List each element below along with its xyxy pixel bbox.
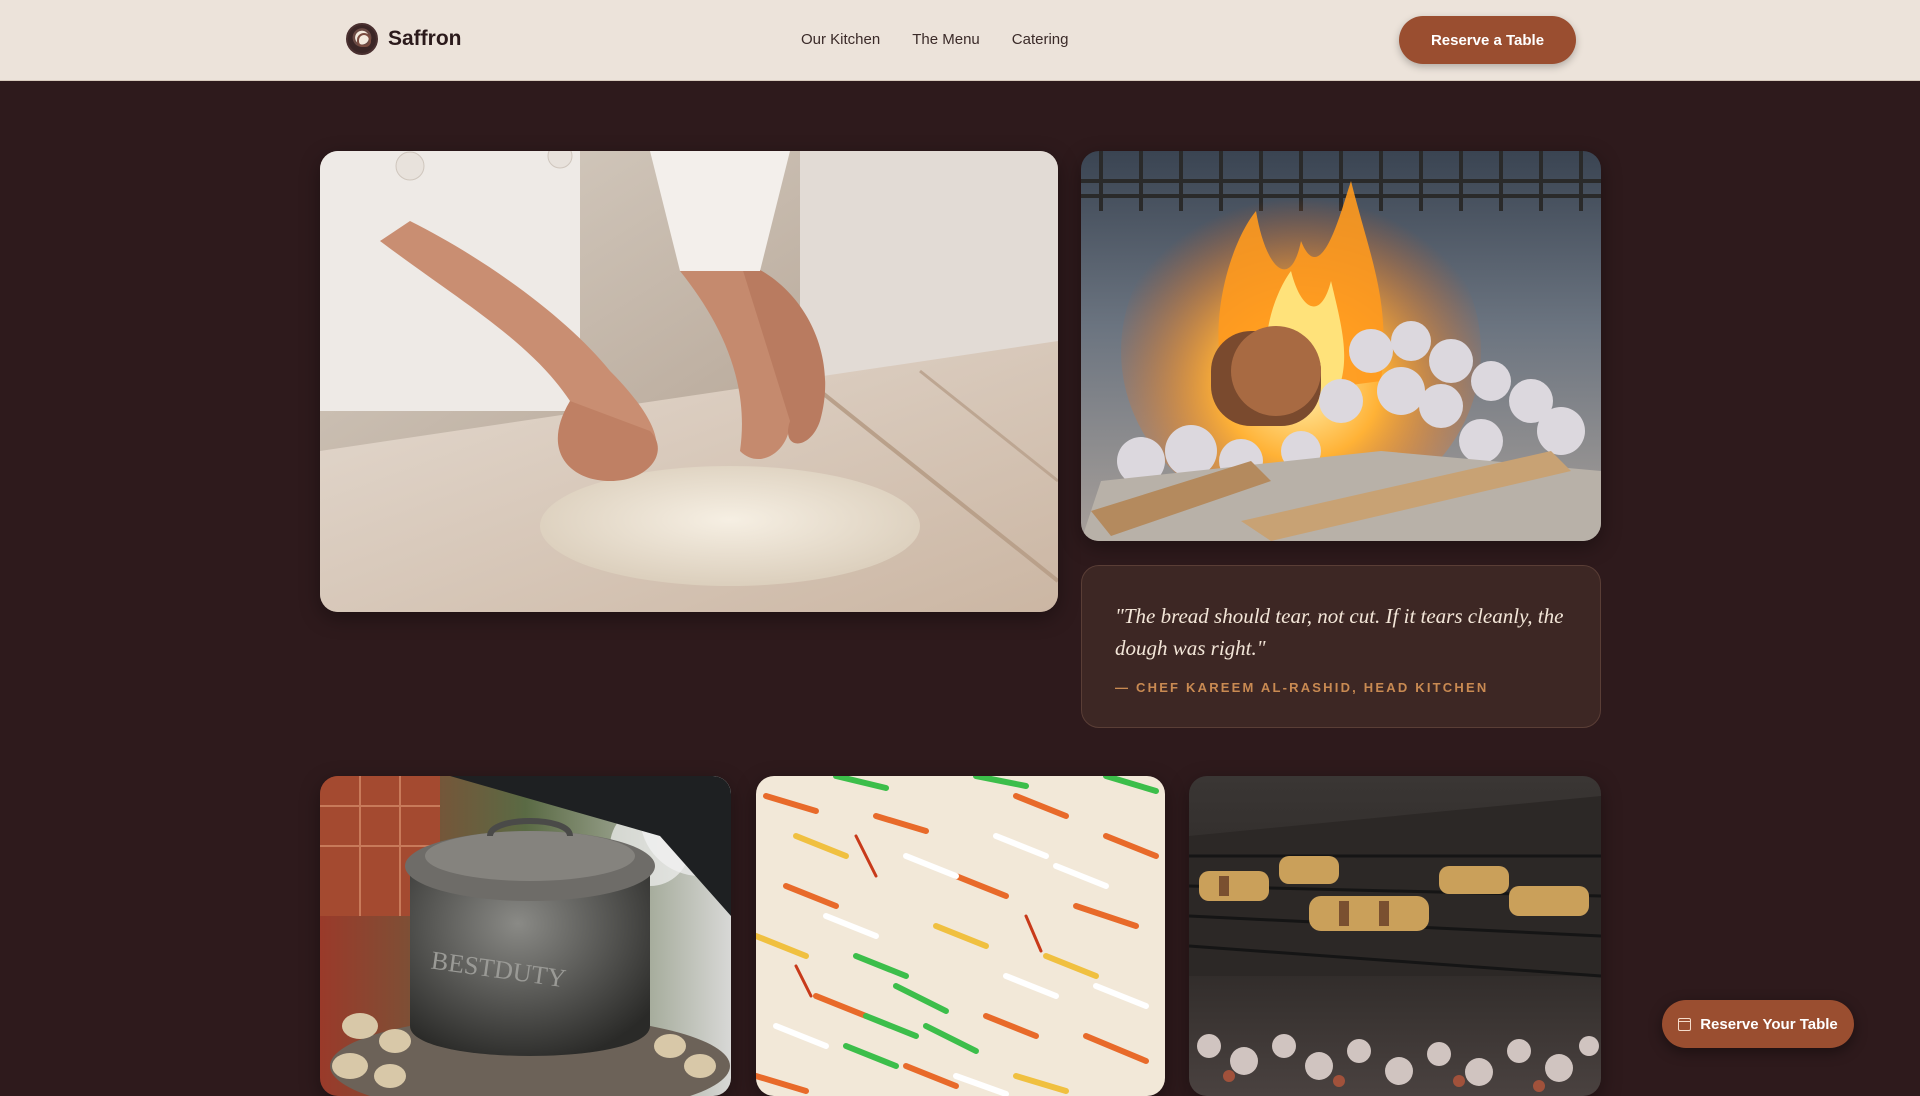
site-header: Saffron Our Kitchen The Menu Catering Re…: [0, 0, 1920, 81]
photo-cast-iron-pot: BESTDUTY: [320, 776, 731, 1096]
calendar-icon: [1678, 1017, 1692, 1031]
brand-name: Saffron: [388, 27, 462, 50]
quote-text: "The bread should tear, not cut. If it t…: [1115, 604, 1564, 660]
nav-the-menu[interactable]: The Menu: [912, 31, 980, 48]
nav-our-kitchen[interactable]: Our Kitchen: [801, 31, 880, 48]
quote-author: — CHEF KAREEM AL-RASHID, HEAD KITCHEN: [1115, 680, 1489, 695]
photo-grilled-skewers: [1189, 776, 1601, 1096]
main-nav: Our Kitchen The Menu Catering: [801, 31, 1068, 48]
floating-reserve-label: Reserve Your Table: [1700, 1015, 1838, 1033]
reserve-table-button[interactable]: Reserve a Table: [1399, 16, 1576, 64]
photo-saffron-rice: [756, 776, 1165, 1096]
brand-logo[interactable]: Saffron: [346, 23, 462, 55]
photo-wood-fire: [1081, 151, 1601, 541]
photo-dough-kneading: [320, 151, 1058, 612]
nav-catering[interactable]: Catering: [1012, 31, 1069, 48]
floating-reserve-button[interactable]: Reserve Your Table: [1662, 1000, 1854, 1048]
saffron-logo-icon: [346, 23, 378, 55]
chef-quote-card: "The bread should tear, not cut. If it t…: [1081, 565, 1601, 728]
